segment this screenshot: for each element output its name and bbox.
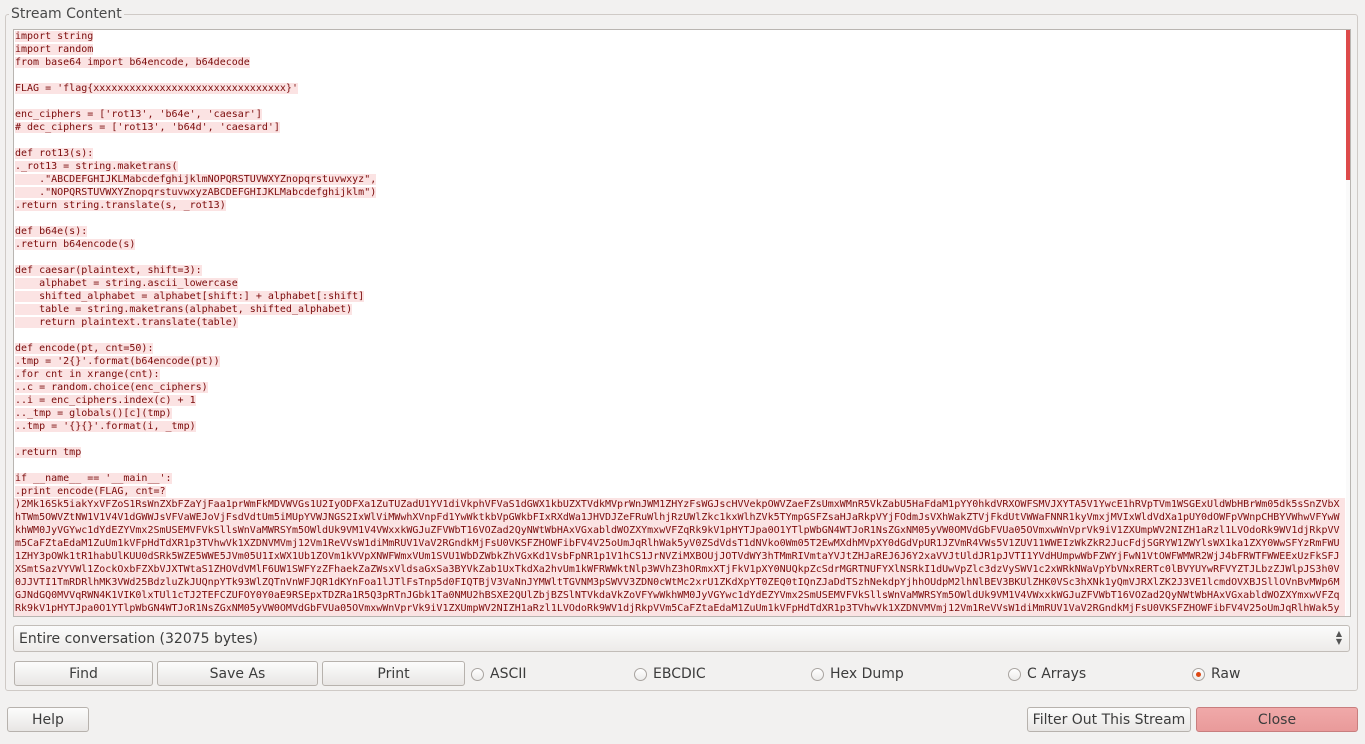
stream-line <box>14 134 1346 147</box>
encoded-output-text: )2Mk16Sk5iakYxVFZoS1RsWnZXbFZaYjFaa1prWm… <box>14 498 1345 616</box>
find-button[interactable]: Find <box>14 661 153 686</box>
vertical-scrollbar[interactable] <box>1346 30 1350 616</box>
stream-line: .return b64encode(s) <box>15 239 136 250</box>
radio-ebcdic[interactable]: EBCDIC <box>634 664 706 684</box>
save-as-button[interactable]: Save As <box>157 661 318 686</box>
stream-line: def caesar(plaintext, shift=3): <box>15 265 202 276</box>
help-button[interactable]: Help <box>7 707 89 732</box>
radio-hex-dump-indicator[interactable] <box>811 667 824 681</box>
updown-arrows-icon: ▲ ▼ <box>1335 629 1342 646</box>
stream-line: import random <box>15 44 94 55</box>
stream-line: import string <box>15 31 94 42</box>
radio-ebcdic-label: EBCDIC <box>653 666 706 682</box>
radio-hex-dump[interactable]: Hex Dump <box>811 664 904 684</box>
stream-line: .return tmp <box>15 447 82 458</box>
radio-c-arrays-label: C Arrays <box>1027 666 1087 682</box>
radio-c-arrays[interactable]: C Arrays <box>1008 664 1086 684</box>
scrollbar-thumb[interactable] <box>1346 30 1350 180</box>
filter-out-stream-button[interactable]: Filter Out This Stream <box>1027 707 1191 732</box>
stream-text[interactable]: import string import random from base64 im… <box>14 30 1346 616</box>
radio-ascii-indicator[interactable] <box>471 667 484 681</box>
close-button[interactable]: Close <box>1196 707 1358 732</box>
radio-ascii-label: ASCII <box>490 666 527 682</box>
radio-hex-dump-label: Hex Dump <box>830 666 904 682</box>
radio-raw-indicator[interactable] <box>1192 667 1205 681</box>
stream-line: .._tmp = globals()[c](tmp) <box>15 408 172 419</box>
stream-line <box>14 95 1346 108</box>
stream-line: def b64e(s): <box>15 226 88 237</box>
radio-raw[interactable]: Raw <box>1192 664 1240 684</box>
stream-line: # dec_ciphers = ['rot13', 'b64d', 'caesa… <box>15 122 280 133</box>
stream-line: alphabet = string.ascii_lowercase <box>15 278 238 289</box>
stream-line: ."ABCDEFGHIJKLMabcdefghijklmNOPQRSTUVWXY… <box>15 174 377 185</box>
radio-raw-label: Raw <box>1211 666 1241 682</box>
stream-line: table = string.maketrans(alphabet, shift… <box>15 304 353 315</box>
stream-line <box>14 69 1346 82</box>
stream-line: .print encode(FLAG, cnt=? <box>15 486 166 497</box>
conversation-select-value: Entire conversation (32075 bytes) <box>19 630 259 647</box>
stream-line: .tmp = '2{}'.format(b64encode(pt)) <box>15 356 220 367</box>
stream-line: ..i = enc_ciphers.index(c) + 1 <box>15 395 196 406</box>
stream-line <box>14 433 1346 446</box>
stream-line: ..tmp = '{}{}'.format(i, _tmp) <box>15 421 196 432</box>
stream-line: if __name__ == '__main__': <box>15 473 172 484</box>
stream-line: FLAG = 'flag{xxxxxxxxxxxxxxxxxxxxxxxxxxx… <box>15 83 298 94</box>
print-button[interactable]: Print <box>322 661 465 686</box>
stream-line <box>14 251 1346 264</box>
stream-line: shifted_alphabet = alphabet[shift:] + al… <box>15 291 365 302</box>
stream-line: ..c = random.choice(enc_ciphers) <box>15 382 208 393</box>
radio-ascii[interactable]: ASCII <box>471 664 527 684</box>
frame-title: Stream Content <box>9 6 124 22</box>
stream-line <box>14 459 1346 472</box>
stream-line: ."NOPQRSTUVWXYZnopqrstuvwxyzABCDEFGHIJKL… <box>15 187 377 198</box>
stream-line: return plaintext.translate(table) <box>15 317 238 328</box>
conversation-select[interactable]: Entire conversation (32075 bytes) ▲ ▼ <box>13 625 1350 652</box>
stream-line: def rot13(s): <box>15 148 94 159</box>
radio-c-arrays-indicator[interactable] <box>1008 667 1021 681</box>
stream-line: enc_ciphers = ['rot13', 'b64e', 'caesar'… <box>15 109 262 120</box>
stream-text-area[interactable]: import string import random from base64 im… <box>13 29 1351 617</box>
stream-line: ._rot13 = string.maketrans( <box>15 161 178 172</box>
radio-ebcdic-indicator[interactable] <box>634 667 647 681</box>
stream-line: .for cnt in xrange(cnt): <box>15 369 160 380</box>
stream-line <box>14 329 1346 342</box>
stream-line: from base64 import b64encode, b64decode <box>15 57 250 68</box>
stream-line: .return string.translate(s, _rot13) <box>15 200 226 211</box>
stream-line <box>14 212 1346 225</box>
stream-line: def encode(pt, cnt=50): <box>15 343 154 354</box>
